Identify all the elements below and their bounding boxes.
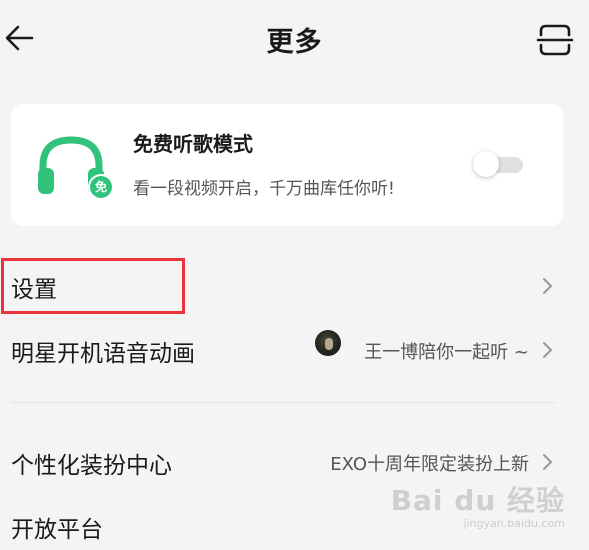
menu-item-label: 个性化装扮中心 bbox=[11, 453, 172, 479]
menu-item-star-boot-animation[interactable]: 明星开机语音动画 王一博陪你一起听 ~ bbox=[0, 320, 589, 380]
chevron-right-icon bbox=[543, 454, 552, 470]
header-bar: 更多 bbox=[0, 0, 589, 78]
scan-button[interactable] bbox=[535, 20, 575, 60]
scan-icon bbox=[536, 24, 574, 56]
headphone-icon: 免 bbox=[35, 132, 115, 204]
more-page: 更多 免 免费听歌模式 看一段视频开启，千万曲库任你听! 设置 明星开机语音动画… bbox=[0, 0, 589, 550]
menu-item-label: 设置 bbox=[11, 277, 57, 303]
page-title: 更多 bbox=[266, 27, 323, 58]
chevron-right-icon bbox=[543, 278, 552, 294]
free-mode-subtitle: 看一段视频开启，千万曲库任你听! bbox=[133, 179, 395, 199]
menu-item-settings[interactable]: 设置 bbox=[0, 256, 589, 316]
menu-item-value: EXO十周年限定装扮上新 bbox=[330, 454, 529, 475]
chevron-right-icon bbox=[543, 342, 552, 358]
free-badge: 免 bbox=[94, 180, 107, 194]
free-listening-card: 免 免费听歌模式 看一段视频开启，千万曲库任你听! bbox=[11, 104, 563, 226]
menu-item-value: 王一博陪你一起听 ~ bbox=[364, 342, 529, 363]
watermark: Bai du 经验 jingyan.baidu.com bbox=[391, 479, 565, 530]
free-mode-title: 免费听歌模式 bbox=[133, 132, 253, 156]
watermark-logo: Bai du 经验 bbox=[390, 484, 565, 517]
divider bbox=[11, 402, 555, 403]
menu-item-label: 明星开机语音动画 bbox=[11, 341, 195, 367]
toggle-knob bbox=[473, 151, 499, 177]
free-mode-toggle[interactable] bbox=[473, 151, 525, 177]
menu-item-label: 开放平台 bbox=[11, 517, 103, 543]
avatar bbox=[315, 330, 341, 356]
